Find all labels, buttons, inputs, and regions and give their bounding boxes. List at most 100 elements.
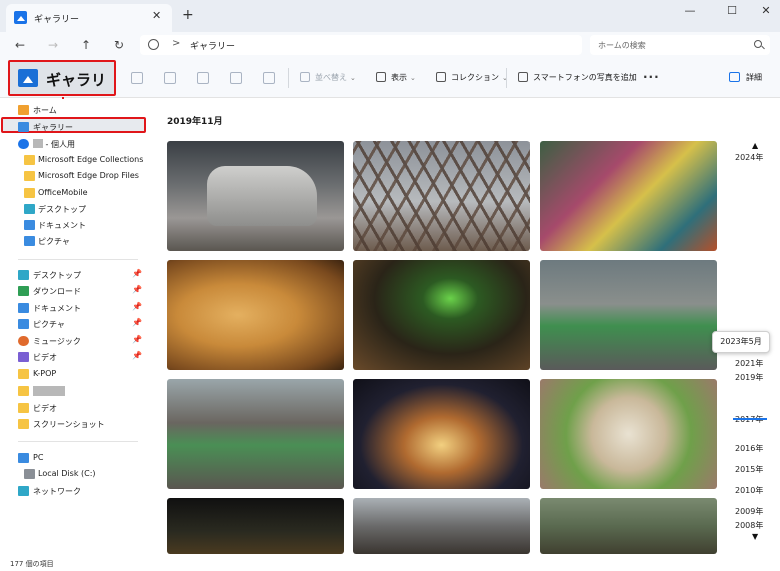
timeline-year[interactable]: 2015年 [735,464,763,475]
video-icon [18,352,29,362]
photo-street-car[interactable] [167,141,344,251]
sidebar-item-label: ピクチャ [38,237,70,246]
sidebar-item-videos-folder[interactable]: ビデオ [4,400,144,416]
sidebar-item-label: ミュージック [33,337,81,346]
sidebar-item-videos[interactable]: ビデオ 📌 [4,349,144,365]
sidebar-item-edge-drop-files[interactable]: Microsoft Edge Drop Files [4,168,144,184]
pin-icon[interactable]: 📌 [132,269,142,278]
sort-label: 並べ替え [315,73,347,82]
maximize-button[interactable]: ☐ [722,4,742,20]
sidebar-item-desktop[interactable]: デスクトップ 📌 [4,267,144,283]
forward-button[interactable]: → [45,37,61,53]
photo-market-alley[interactable] [353,498,530,554]
pin-icon[interactable]: 📌 [132,302,142,311]
sidebar-item-gallery[interactable]: ギャラリー [1,117,146,133]
copy-icon[interactable] [164,72,176,84]
details-button[interactable]: 詳細 [729,72,762,83]
collection-label: コレクション [451,73,499,82]
sidebar-item-pc[interactable]: PC [4,450,144,466]
address-field[interactable]: > ギャラリー [140,35,582,55]
photo-banh-mi[interactable] [167,260,344,370]
photo-green-lamp-cafe[interactable] [353,260,530,370]
sidebar-item-local-disk[interactable]: Local Disk (C:) [4,466,144,482]
sidebar-item-onedrive-pictures[interactable]: ピクチャ [4,233,144,249]
gallery-icon [18,122,29,132]
sidebar-item-pictures[interactable]: ピクチャ 📌 [4,316,144,332]
toolbar-divider [288,68,289,88]
sidebar-item-documents[interactable]: ドキュメント 📌 [4,300,144,316]
new-tab-button[interactable]: + [182,8,194,22]
tab-close-button[interactable]: ✕ [152,9,161,22]
photo-grab-rider[interactable] [540,260,717,370]
sidebar-item-screenshots[interactable]: スクリーンショット [4,416,144,432]
more-options-button[interactable]: ··· [643,70,660,84]
music-icon [18,336,29,346]
pin-icon[interactable]: 📌 [132,351,142,360]
page-title: ギャラリー [8,60,116,110]
chevron-down-icon: ⌄ [350,74,356,82]
download-icon [18,286,29,296]
photo-pho-bowl[interactable] [540,379,717,489]
timeline-year[interactable]: 2024年 [735,152,763,163]
sidebar-item-redacted-folder[interactable] [4,383,144,399]
sidebar-item-label: ピクチャ [33,320,65,329]
pin-icon[interactable]: 📌 [132,335,142,344]
sidebar-item-onedrive-desktop[interactable]: デスクトップ [4,201,144,217]
timeline-year[interactable]: 2016年 [735,443,763,454]
close-window-button[interactable]: ✕ [756,4,776,20]
sidebar-item-officemobile[interactable]: OfficeMobile [4,185,144,201]
sidebar-item-downloads[interactable]: ダウンロード 📌 [4,283,144,299]
breadcrumb-chevron-icon[interactable]: > [172,38,180,49]
search-placeholder: ホームの検索 [598,41,646,50]
sidebar-item-label: デスクトップ [38,205,86,214]
collection-button[interactable]: コレクション ⌄ [436,72,508,86]
search-input[interactable]: ホームの検索 [590,35,770,55]
timeline-year-tooltip: 2023年5月 [712,331,770,353]
details-pane-icon [729,72,740,82]
minimize-button[interactable]: — [680,4,700,20]
view-button[interactable]: 表示 ⌄ [376,72,416,86]
delete-icon[interactable] [263,72,275,84]
pin-icon[interactable]: 📌 [132,285,142,294]
sort-button[interactable]: 並べ替え ⌄ [300,72,356,86]
timeline-year[interactable]: 2009年 [735,506,763,517]
sidebar-item-label: ホーム [33,106,57,115]
add-phone-photos-button[interactable]: スマートフォンの写真を追加 [518,72,637,86]
photo-market-bags[interactable] [540,141,717,251]
timeline-up-arrow[interactable]: ▲ [752,141,758,150]
photo-motorbike-street[interactable] [167,379,344,489]
breadcrumb-gallery[interactable]: ギャラリー [190,39,235,52]
timeline-year[interactable]: 2008年 [735,520,763,531]
sidebar-item-music[interactable]: ミュージック 📌 [4,333,144,349]
sidebar-item-network[interactable]: ネットワーク [4,483,144,499]
title-bar: ギャラリー ✕ + — ☐ ✕ [0,0,780,32]
pin-icon[interactable]: 📌 [132,318,142,327]
photo-tree-street[interactable] [540,498,717,554]
timeline-year[interactable]: 2021年 [735,358,763,369]
share-icon[interactable] [230,72,242,84]
drive-icon [24,469,35,479]
photo-iron-bridge[interactable] [353,141,530,251]
paste-icon[interactable] [197,72,209,84]
cut-icon[interactable] [131,72,143,84]
folder-icon [18,419,29,429]
tab-gallery[interactable]: ギャラリー ✕ [6,4,172,32]
navigation-pane: ホーム ギャラリー - 個人用 Microsoft Edge Collectio… [0,99,146,555]
timeline-position-marker[interactable] [733,418,767,420]
timeline-year[interactable]: 2019年 [735,372,763,383]
sidebar-item-home[interactable]: ホーム [4,102,144,118]
sidebar-item-onedrive-documents[interactable]: ドキュメント [4,217,144,233]
timeline-down-arrow[interactable]: ▼ [752,532,758,541]
timeline-year[interactable]: 2010年 [735,485,763,496]
command-bar: ギャラリー 並べ替え⌄ 表示⌄ コレクション⌄ スマートフォンの写真を追加 ··… [0,58,780,110]
sidebar-item-label: Microsoft Edge Collections [38,155,144,164]
photo-night-street[interactable] [167,498,344,554]
back-button[interactable]: ← [12,37,28,53]
folder-icon [18,369,29,379]
up-button[interactable]: ↑ [78,37,94,53]
sidebar-item-edge-collections[interactable]: Microsoft Edge Collections [4,152,144,168]
photo-night-building[interactable] [353,379,530,489]
sidebar-item-kpop[interactable]: K-POP [4,366,144,382]
sidebar-item-onedrive[interactable]: - 個人用 [4,136,144,152]
refresh-button[interactable]: ↻ [111,37,127,53]
